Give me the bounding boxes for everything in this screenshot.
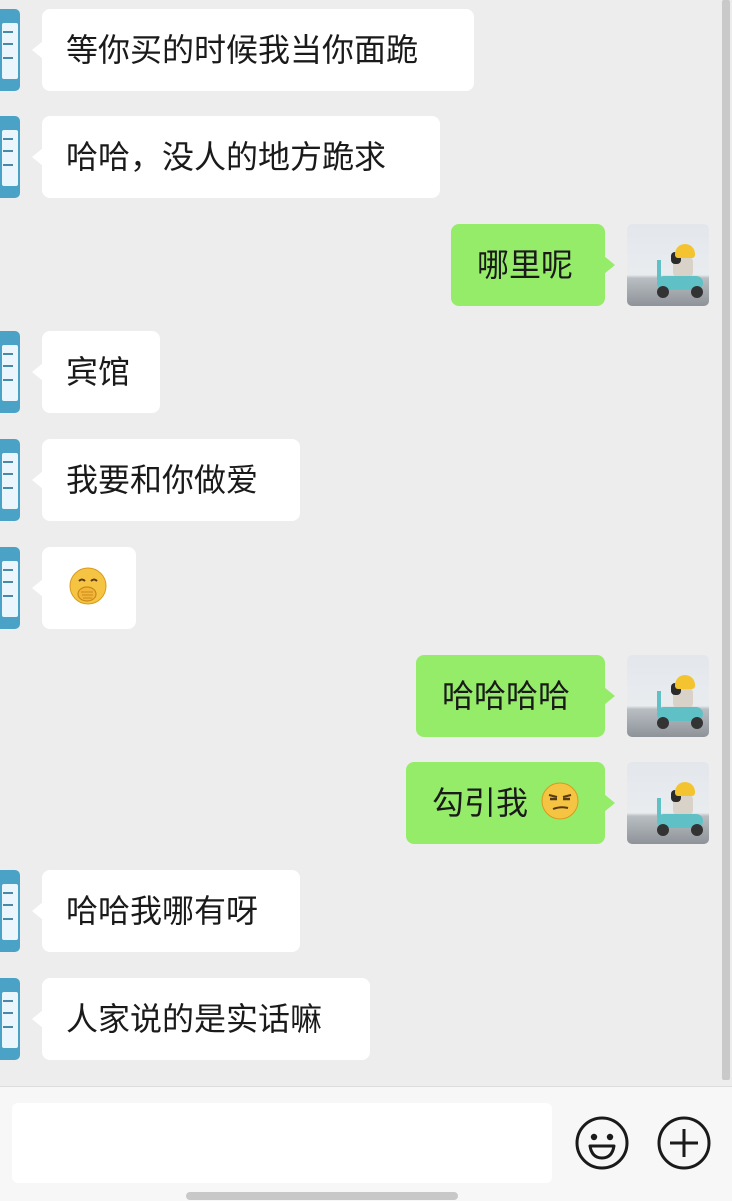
message-text: 勾引我 [432,784,529,822]
plus-icon[interactable] [656,1115,712,1171]
contact-avatar[interactable] [0,116,20,198]
message-bubble-incoming[interactable]: 我要和你做爱 [42,439,300,521]
message-row: 哈哈我哪有呀 [0,870,732,952]
message-text: 哈哈哈哈 [442,677,571,715]
contact-avatar[interactable] [0,870,20,952]
message-bubble-outgoing[interactable]: 勾引我 [406,762,605,844]
my-avatar[interactable] [627,655,709,737]
message-row: 哈哈，没人的地方跪求 [0,116,732,198]
message-bubble-outgoing[interactable]: 哪里呢 [451,224,605,306]
home-indicator[interactable] [186,1192,458,1200]
message-text: 哈哈，没人的地方跪求 [66,138,387,176]
message-bubble-incoming[interactable]: 哈哈我哪有呀 [42,870,300,952]
message-row: 我要和你做爱 [0,439,732,521]
message-row [0,547,732,629]
message-text: 人家说的是实话嘛 [66,1000,323,1038]
message-bubble-incoming[interactable] [42,547,136,629]
chat-area[interactable]: 等你买的时候我当你面跪 哈哈，没人的地方跪求 哪里呢 宾馆 我要和你做爱 哈哈哈… [0,0,732,1086]
input-toolbar [0,1086,732,1201]
contact-avatar[interactable] [0,331,20,413]
smirking-face-icon [541,782,579,820]
message-text: 宾馆 [66,353,131,391]
message-row: 哪里呢 [0,224,732,306]
message-bubble-outgoing[interactable]: 哈哈哈哈 [416,655,605,737]
message-text: 等你买的时候我当你面跪 [66,31,419,69]
scrollbar[interactable] [722,0,730,1080]
message-input[interactable] [12,1103,552,1183]
message-text: 哈哈我哪有呀 [66,892,259,930]
message-row: 等你买的时候我当你面跪 [0,9,732,91]
face-with-hand-over-mouth-icon [69,567,107,605]
message-text: 我要和你做爱 [66,461,259,499]
message-row: 哈哈哈哈 [0,655,732,737]
my-avatar[interactable] [627,224,709,306]
message-bubble-incoming[interactable]: 宾馆 [42,331,160,413]
message-row: 勾引我 [0,762,732,844]
message-bubble-incoming[interactable]: 人家说的是实话嘛 [42,978,370,1060]
contact-avatar[interactable] [0,547,20,629]
contact-avatar[interactable] [0,9,20,91]
contact-avatar[interactable] [0,439,20,521]
my-avatar[interactable] [627,762,709,844]
contact-avatar[interactable] [0,978,20,1060]
message-row: 宾馆 [0,331,732,413]
message-bubble-incoming[interactable]: 等你买的时候我当你面跪 [42,9,474,91]
smiley-icon[interactable] [574,1115,630,1171]
message-bubble-incoming[interactable]: 哈哈，没人的地方跪求 [42,116,440,198]
message-text: 哪里呢 [477,246,574,284]
message-row: 人家说的是实话嘛 [0,978,732,1060]
